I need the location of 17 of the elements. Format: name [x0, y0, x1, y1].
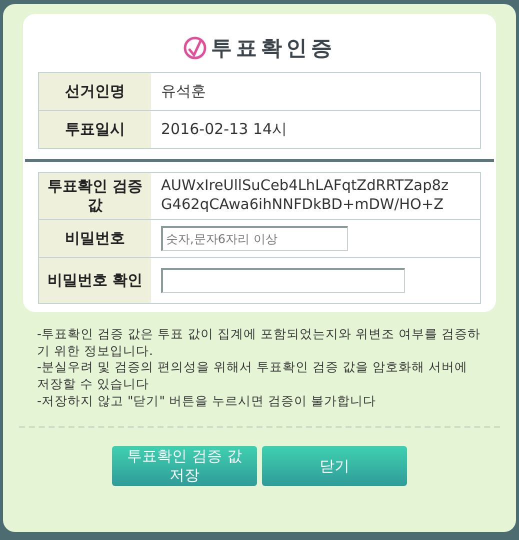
notice-text: -투표확인 검증 값은 투표 값이 집계에 포함되었는지와 위변조 여부를 검증하기 위한 정보입니다.: [37, 326, 482, 360]
check-circle-icon: [183, 36, 207, 60]
close-button[interactable]: 닫기: [262, 446, 407, 486]
password-field[interactable]: 숫자,문자6자리 이상: [161, 226, 348, 251]
save-button[interactable]: 투표확인 검증 값 저장: [112, 446, 257, 486]
row-label: 투표확인 검증 값: [39, 173, 151, 219]
row-label: 비밀번호 확인: [39, 258, 151, 303]
password-field[interactable]: [161, 268, 405, 293]
dialog-title: 투표확인증: [211, 35, 336, 62]
verification-value: AUWxIreUllSuCeb4LhLAFqtZdRRTZap8zG462qCAwa6ihNNFDkBD+mDW/HO+Z: [161, 177, 450, 215]
row-value: 2016-02-13 14시: [161, 120, 288, 140]
notice-text: -저장하지 않고 "닫기" 버튼을 누르시면 검증이 불가합니다: [37, 393, 377, 410]
row-label: 선거인명: [39, 73, 151, 110]
row-value: 유석훈: [161, 82, 206, 102]
row-label: 비밀번호: [39, 220, 151, 257]
row-label: 투표일시: [39, 111, 151, 148]
notice-text: -분실우려 및 검증의 편의성을 위해서 투표확인 검증 값을 암호화해 서버에 저장할 수 있습니다: [37, 359, 468, 394]
